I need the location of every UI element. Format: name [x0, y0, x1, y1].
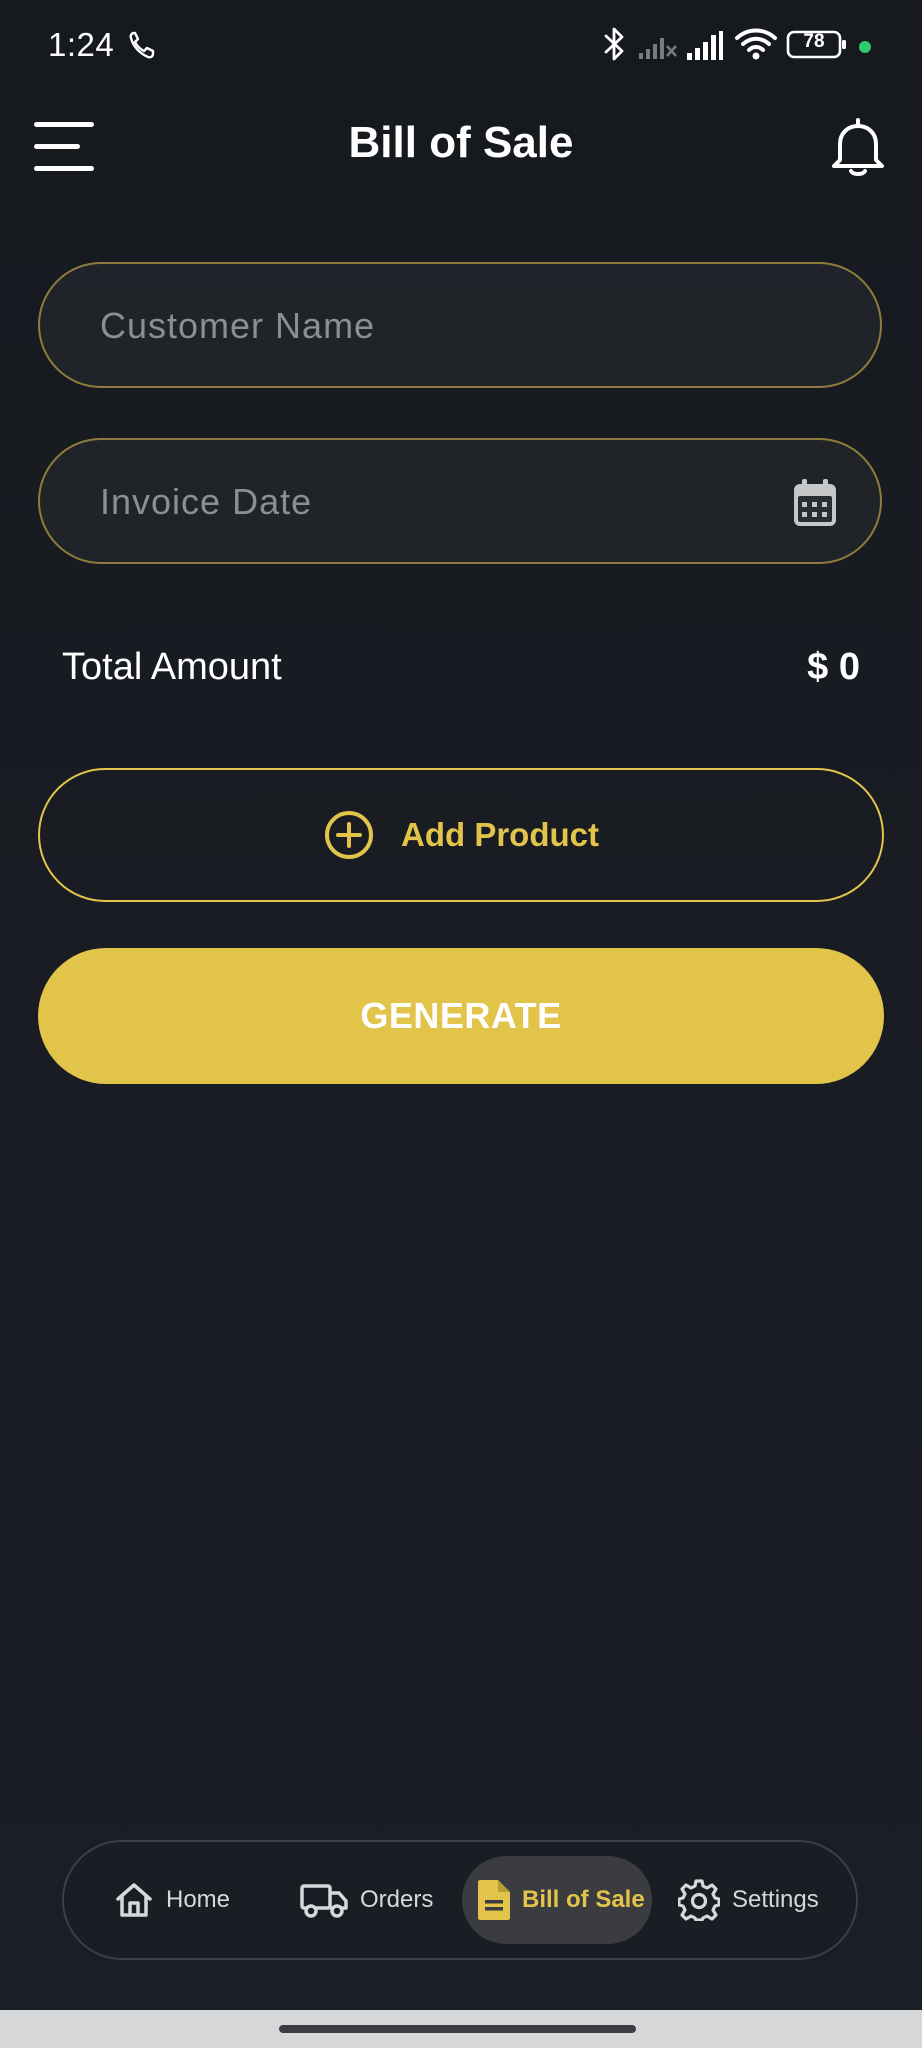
document-icon	[478, 1880, 510, 1920]
nav-label-orders: Orders	[360, 1886, 434, 1913]
page-title: Bill of Sale	[348, 118, 574, 167]
total-label: Total Amount	[62, 646, 282, 688]
battery-icon: 78	[786, 30, 848, 65]
nav-item-bill-of-sale[interactable]: Bill of Sale	[462, 1856, 652, 1944]
signal-off-icon	[638, 32, 678, 67]
status-bar: 1:24 78	[0, 0, 922, 92]
nav-label-bill-of-sale: Bill of Sale	[522, 1886, 645, 1913]
status-dot-icon	[858, 40, 872, 59]
total-value: $ 0	[807, 646, 860, 688]
customer-name-field	[38, 262, 882, 388]
battery-level: 78	[803, 31, 825, 52]
invoice-date-input[interactable]	[98, 440, 802, 564]
add-product-button[interactable]: Add Product	[38, 768, 884, 902]
total-row: Total Amount $ 0	[62, 640, 862, 700]
plus-circle-icon	[325, 811, 373, 859]
system-navigation-bar	[0, 2010, 922, 2048]
home-indicator[interactable]	[279, 2025, 636, 2033]
generate-button[interactable]: GENERATE	[38, 948, 884, 1084]
bell-icon	[832, 118, 884, 176]
gear-icon	[678, 1879, 720, 1921]
nav-item-settings[interactable]: Settings	[678, 1856, 819, 1944]
app-bar: Bill of Sale	[0, 100, 922, 194]
date-picker-button[interactable]	[792, 478, 838, 528]
generate-label: GENERATE	[360, 995, 562, 1036]
wifi-icon	[734, 26, 778, 67]
signal-icon	[686, 30, 724, 67]
home-icon	[116, 1883, 152, 1917]
notifications-button[interactable]	[828, 116, 892, 180]
nav-label-home: Home	[166, 1886, 231, 1913]
customer-name-input[interactable]	[98, 264, 802, 388]
calendar-icon	[794, 479, 836, 526]
nav-item-home[interactable]: Home	[114, 1856, 230, 1944]
bottom-nav: Home Orders Bill of Sale Settings	[62, 1840, 858, 1960]
add-product-label: Add Product	[401, 816, 599, 853]
app-screen: 1:24 78 Bill of Sale Customer Name Invoi…	[0, 0, 922, 2010]
status-time: 1:24	[48, 26, 115, 63]
invoice-date-field	[38, 438, 882, 564]
truck-icon	[300, 1884, 348, 1918]
nav-label-settings: Settings	[732, 1886, 819, 1913]
bluetooth-icon	[602, 26, 628, 67]
nav-item-orders[interactable]: Orders	[300, 1856, 433, 1944]
phone-call-icon	[128, 30, 156, 65]
add-product-content: Add Product	[40, 770, 882, 900]
